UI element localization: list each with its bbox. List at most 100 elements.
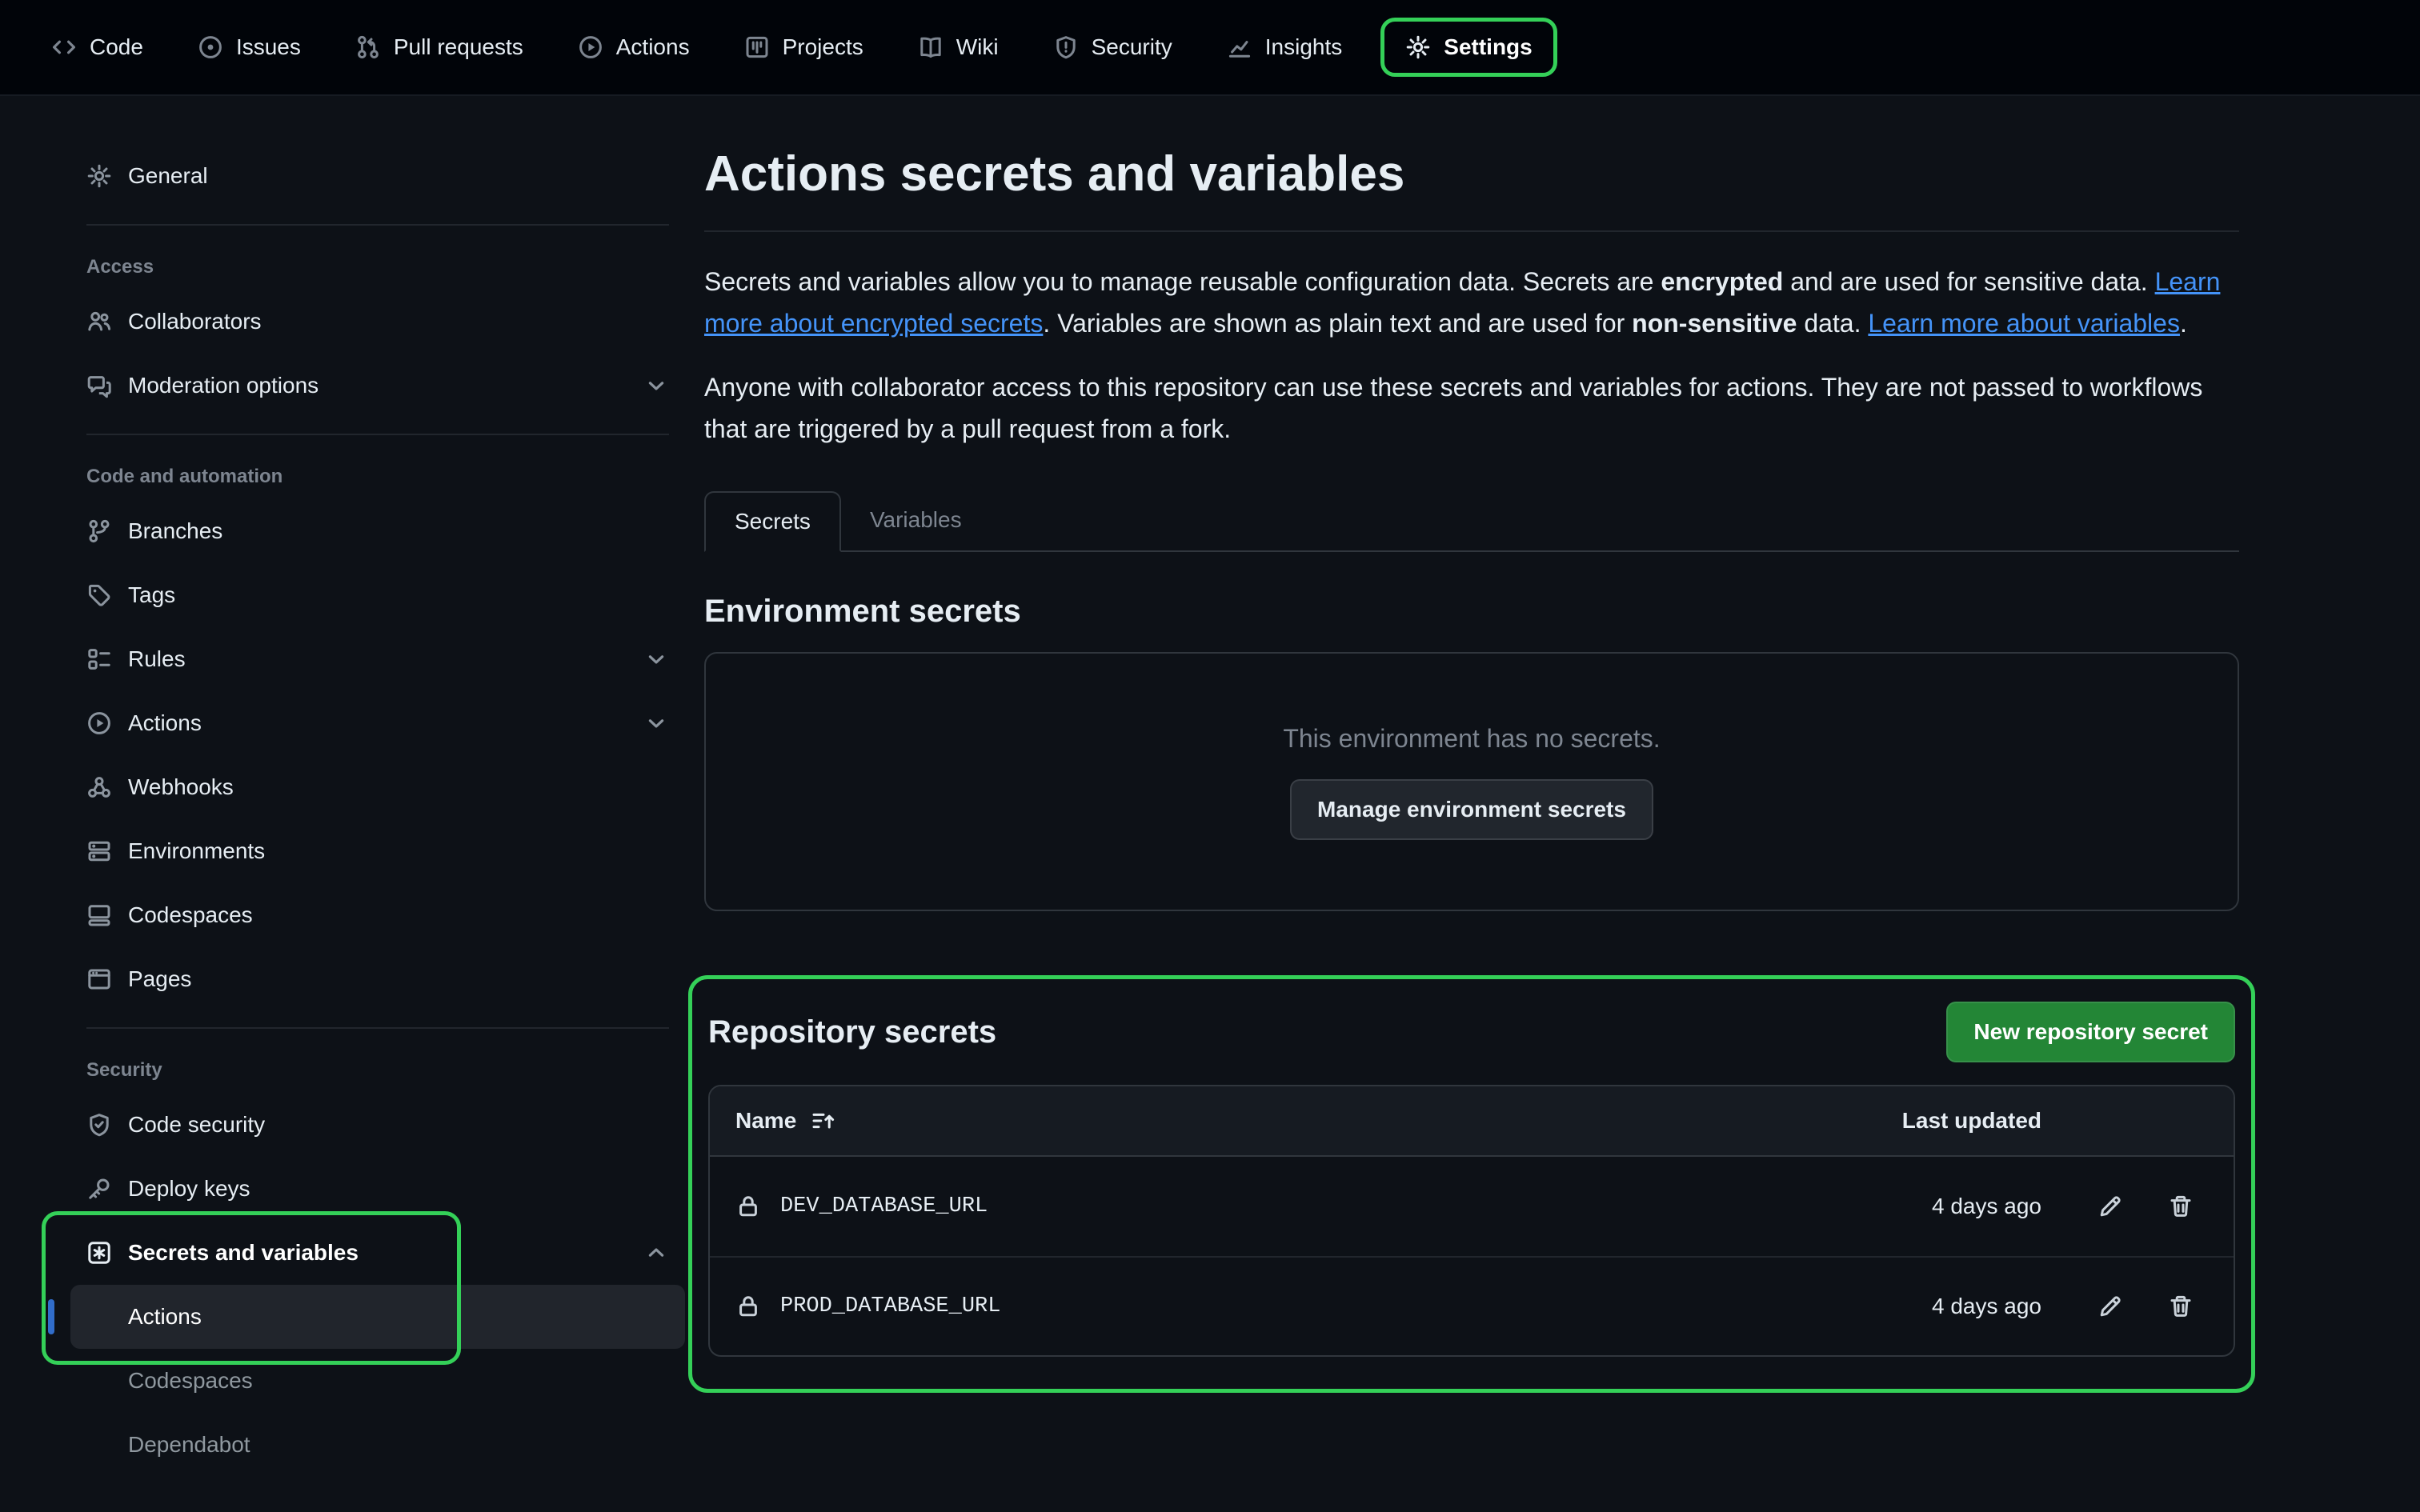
sidebar-item-general[interactable]: General: [70, 144, 685, 208]
link-variables[interactable]: Learn more about variables: [1868, 309, 2180, 338]
environment-secrets-empty-text: This environment has no secrets.: [1283, 724, 1660, 754]
table-row: DEV_DATABASE_URL 4 days ago: [710, 1157, 2234, 1256]
sidebar-item-label: Actions: [128, 710, 202, 736]
intro-text-segment: Secrets and variables allow you to manag…: [704, 267, 1661, 296]
codespaces-icon: [86, 902, 112, 928]
gear-icon: [1405, 34, 1431, 60]
sidebar-heading-security: Security: [70, 1045, 685, 1093]
sidebar-item-label: Secrets and variables: [128, 1240, 359, 1266]
tab-label: Projects: [783, 34, 863, 60]
shield-check-icon: [86, 1112, 112, 1138]
intro-bold-encrypted: encrypted: [1661, 267, 1783, 296]
intro-bold-non-sensitive: non-sensitive: [1632, 309, 1797, 338]
tab-security[interactable]: Security: [1037, 25, 1188, 70]
intro-text-segment: .: [2180, 309, 2187, 338]
chevron-down-icon: [643, 710, 669, 736]
server-icon: [86, 838, 112, 864]
shield-icon: [1053, 34, 1079, 60]
delete-secret-button[interactable]: [2154, 1179, 2208, 1234]
tab-projects[interactable]: Projects: [728, 25, 879, 70]
intro-text: Secrets and variables allow you to manag…: [704, 261, 2239, 450]
tag-icon: [86, 582, 112, 608]
secret-name: DEV_DATABASE_URL: [780, 1194, 988, 1218]
secret-name: PROD_DATABASE_URL: [780, 1294, 1000, 1318]
tab-settings[interactable]: Settings: [1380, 18, 1557, 77]
sidebar-item-actions[interactable]: Actions: [70, 691, 685, 755]
selected-indicator-bar: [48, 1299, 54, 1334]
sidebar-item-label: Collaborators: [128, 309, 262, 334]
intro-paragraph-2: Anyone with collaborator access to this …: [704, 366, 2239, 450]
intro-text-segment: data.: [1797, 309, 1868, 338]
sidebar-item-webhooks[interactable]: Webhooks: [70, 755, 685, 819]
sidebar-subitem-actions[interactable]: Actions: [70, 1285, 685, 1349]
book-icon: [918, 34, 944, 60]
environment-secrets-heading: Environment secrets: [704, 594, 2239, 630]
edit-secret-button[interactable]: [2083, 1279, 2138, 1334]
tab-wiki[interactable]: Wiki: [902, 25, 1015, 70]
key-icon: [86, 1176, 112, 1202]
graph-icon: [1227, 34, 1252, 60]
sidebar-item-deploy-keys[interactable]: Deploy keys: [70, 1157, 685, 1221]
divider: [86, 1027, 669, 1029]
sidebar-item-codespaces[interactable]: Codespaces: [70, 883, 685, 947]
lock-icon: [735, 1294, 761, 1319]
intro-text-segment: and are used for sensitive data.: [1783, 267, 2154, 296]
chevron-down-icon: [643, 373, 669, 398]
manage-environment-secrets-button[interactable]: Manage environment secrets: [1290, 779, 1653, 840]
delete-secret-button[interactable]: [2154, 1279, 2208, 1334]
divider: [86, 434, 669, 435]
trash-icon: [2168, 1194, 2194, 1219]
git-branch-icon: [86, 518, 112, 544]
sidebar-item-pages[interactable]: Pages: [70, 947, 685, 1011]
sidebar-item-moderation-options[interactable]: Moderation options: [70, 354, 685, 418]
sidebar-item-collaborators[interactable]: Collaborators: [70, 290, 685, 354]
sidebar-item-label: Branches: [128, 518, 222, 544]
new-repository-secret-button[interactable]: New repository secret: [1946, 1002, 2235, 1062]
tab-pull-requests[interactable]: Pull requests: [339, 25, 539, 70]
trash-icon: [2168, 1294, 2194, 1319]
gear-icon: [86, 163, 112, 189]
environment-secrets-empty-box: This environment has no secrets. Manage …: [704, 652, 2239, 911]
sidebar-item-environments[interactable]: Environments: [70, 819, 685, 883]
column-header-last-updated: Last updated: [1849, 1108, 2041, 1134]
issue-opened-icon: [198, 34, 223, 60]
repo-tab-bar: Code Issues Pull requests Actions Projec…: [0, 0, 2420, 96]
tab-code[interactable]: Code: [35, 25, 159, 70]
sidebar-item-secrets-and-variables[interactable]: Secrets and variables: [70, 1221, 685, 1285]
code-icon: [51, 34, 77, 60]
sidebar-subitem-dependabot[interactable]: Dependabot: [70, 1413, 685, 1477]
sidebar-item-label: Codespaces: [128, 902, 253, 928]
lock-icon: [735, 1194, 761, 1219]
sidebar-item-label: Rules: [128, 646, 186, 672]
sidebar-item-tags[interactable]: Tags: [70, 563, 685, 627]
secrets-variables-tabnav: Secrets Variables: [704, 491, 2239, 552]
chevron-down-icon: [643, 646, 669, 672]
tab-label: Insights: [1265, 34, 1343, 60]
sidebar-subitem-codespaces[interactable]: Codespaces: [70, 1349, 685, 1413]
tab-issues[interactable]: Issues: [182, 25, 317, 70]
settings-content: Actions secrets and variables Secrets an…: [704, 96, 2239, 1393]
git-pull-request-icon: [355, 34, 381, 60]
tab-variables[interactable]: Variables: [841, 491, 991, 552]
repository-secrets-table: Name Last updated DEV_DATABASE_URL 4 day…: [708, 1085, 2235, 1357]
table-icon: [744, 34, 770, 60]
divider: [704, 230, 2239, 232]
sidebar-item-code-security[interactable]: Code security: [70, 1093, 685, 1157]
secret-last-updated: 4 days ago: [1849, 1194, 2041, 1219]
tab-label: Settings: [1444, 34, 1532, 60]
tab-secrets[interactable]: Secrets: [704, 491, 841, 552]
intro-text-segment: . Variables are shown as plain text and …: [1043, 309, 1632, 338]
annotation-box-repository-secrets: Repository secrets New repository secret…: [688, 975, 2255, 1393]
secrets-icon: [86, 1240, 112, 1266]
sidebar-item-rules[interactable]: Rules: [70, 627, 685, 691]
tab-actions[interactable]: Actions: [562, 25, 706, 70]
sidebar-heading-code-automation: Code and automation: [70, 451, 685, 499]
sidebar-item-branches[interactable]: Branches: [70, 499, 685, 563]
sidebar-item-label: General: [128, 163, 208, 189]
settings-sidebar: General Access Collaborators Moderation …: [0, 96, 704, 1493]
table-header-row: Name Last updated: [710, 1086, 2234, 1157]
tab-insights[interactable]: Insights: [1211, 25, 1359, 70]
people-icon: [86, 309, 112, 334]
sort-ascending-icon[interactable]: [811, 1108, 836, 1134]
edit-secret-button[interactable]: [2083, 1179, 2138, 1234]
